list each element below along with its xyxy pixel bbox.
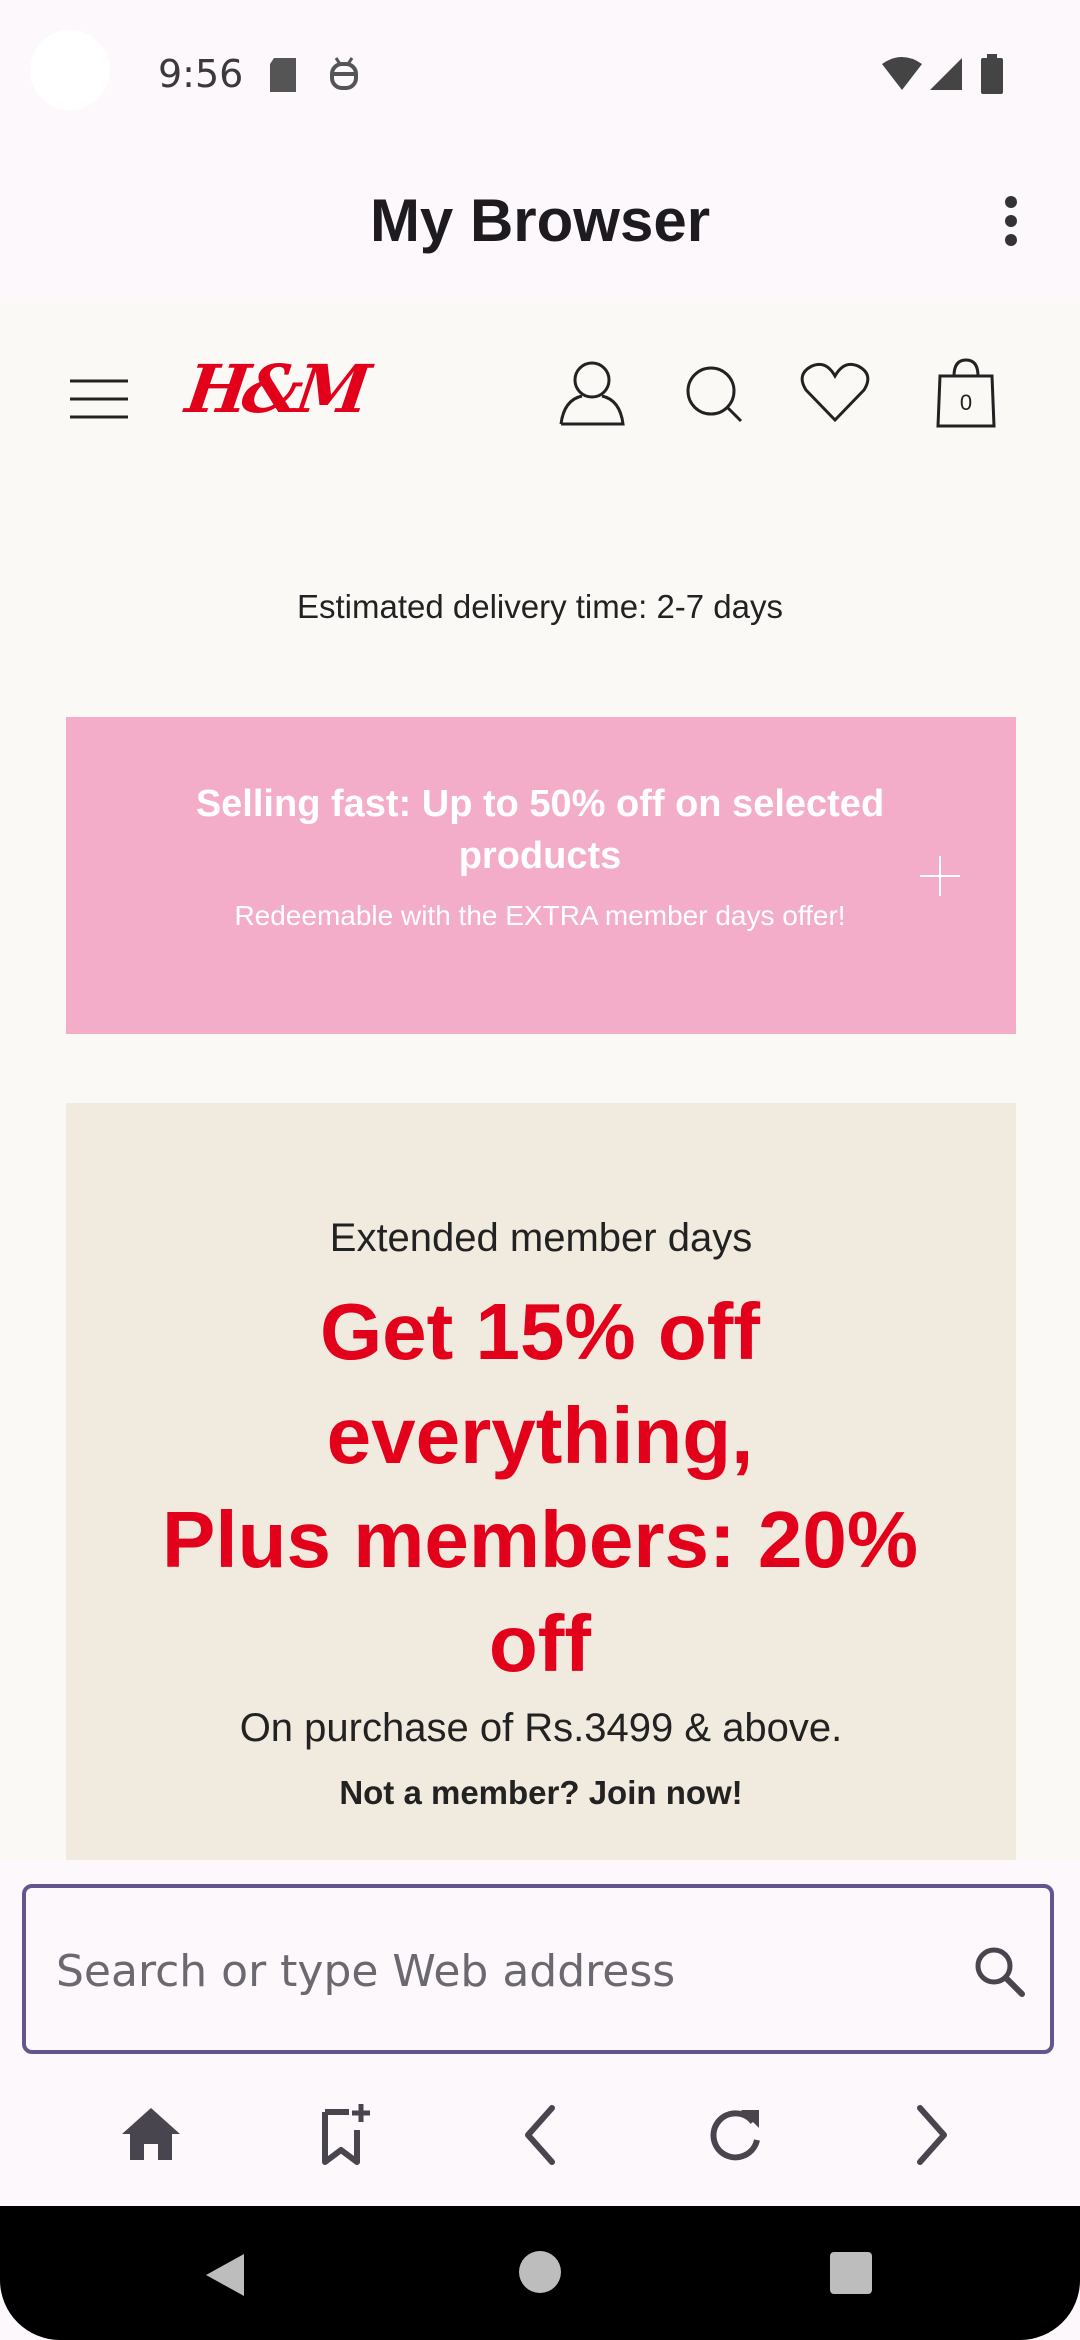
purchase-condition: On purchase of Rs.3499 & above.: [239, 1706, 843, 1750]
system-nav-bar: [0, 2206, 1080, 2340]
camera-cutout: [30, 30, 110, 110]
back-icon[interactable]: [506, 2100, 576, 2170]
site-header: H&M 0: [0, 298, 1080, 498]
address-bar[interactable]: [22, 1884, 1054, 2054]
wifi-icon: [882, 57, 922, 90]
promo-sale-title: Selling fast: Up to 50% off on selected …: [195, 783, 885, 877]
member-days-headline-line2: Plus members: 20% off: [162, 1495, 918, 1688]
sd-card-icon: [270, 58, 296, 92]
system-back-icon[interactable]: [200, 2250, 250, 2300]
delivery-info: Estimated delivery time: 2-7 days: [296, 588, 784, 625]
forward-icon[interactable]: [896, 2100, 966, 2170]
join-now-link[interactable]: Not a member? Join now!: [66, 1774, 1016, 1812]
member-days-headline-line1: Get 15% off everything,: [319, 1287, 761, 1480]
system-recents-icon[interactable]: [830, 2252, 872, 2294]
address-search-icon[interactable]: [966, 1938, 1036, 2008]
status-time: 9:56: [158, 52, 244, 96]
overflow-menu-icon[interactable]: [996, 196, 1026, 246]
web-content: H&M 0 Estimated delivery time: 2-7 days …: [0, 298, 1080, 1860]
bookmark-add-icon[interactable]: [311, 2100, 381, 2170]
search-icon[interactable]: [684, 364, 744, 424]
member-days-subtitle: Extended member days: [329, 1216, 753, 1260]
battery-icon: [981, 54, 1003, 94]
favorites-heart-icon[interactable]: [800, 362, 870, 424]
hm-logo[interactable]: H&M: [180, 350, 369, 440]
home-icon[interactable]: [116, 2100, 186, 2170]
promo-sale-subtitle: Redeemable with the EXTRA member days of…: [234, 900, 846, 931]
member-days-headline: Get 15% off everything, Plus members: 20…: [100, 1280, 980, 1696]
browser-toolbar: [0, 2060, 1080, 2206]
system-home-icon[interactable]: [518, 2250, 562, 2294]
cellular-signal-icon: [930, 58, 962, 90]
reload-icon[interactable]: [701, 2100, 771, 2170]
hamburger-menu-icon[interactable]: [70, 378, 128, 420]
cart-count: 0: [959, 390, 973, 415]
app-title: My Browser: [369, 187, 711, 254]
expand-plus-icon[interactable]: [920, 856, 960, 896]
debug-icon: [330, 57, 358, 90]
account-icon[interactable]: [558, 360, 626, 426]
address-input[interactable]: [56, 1928, 936, 2014]
